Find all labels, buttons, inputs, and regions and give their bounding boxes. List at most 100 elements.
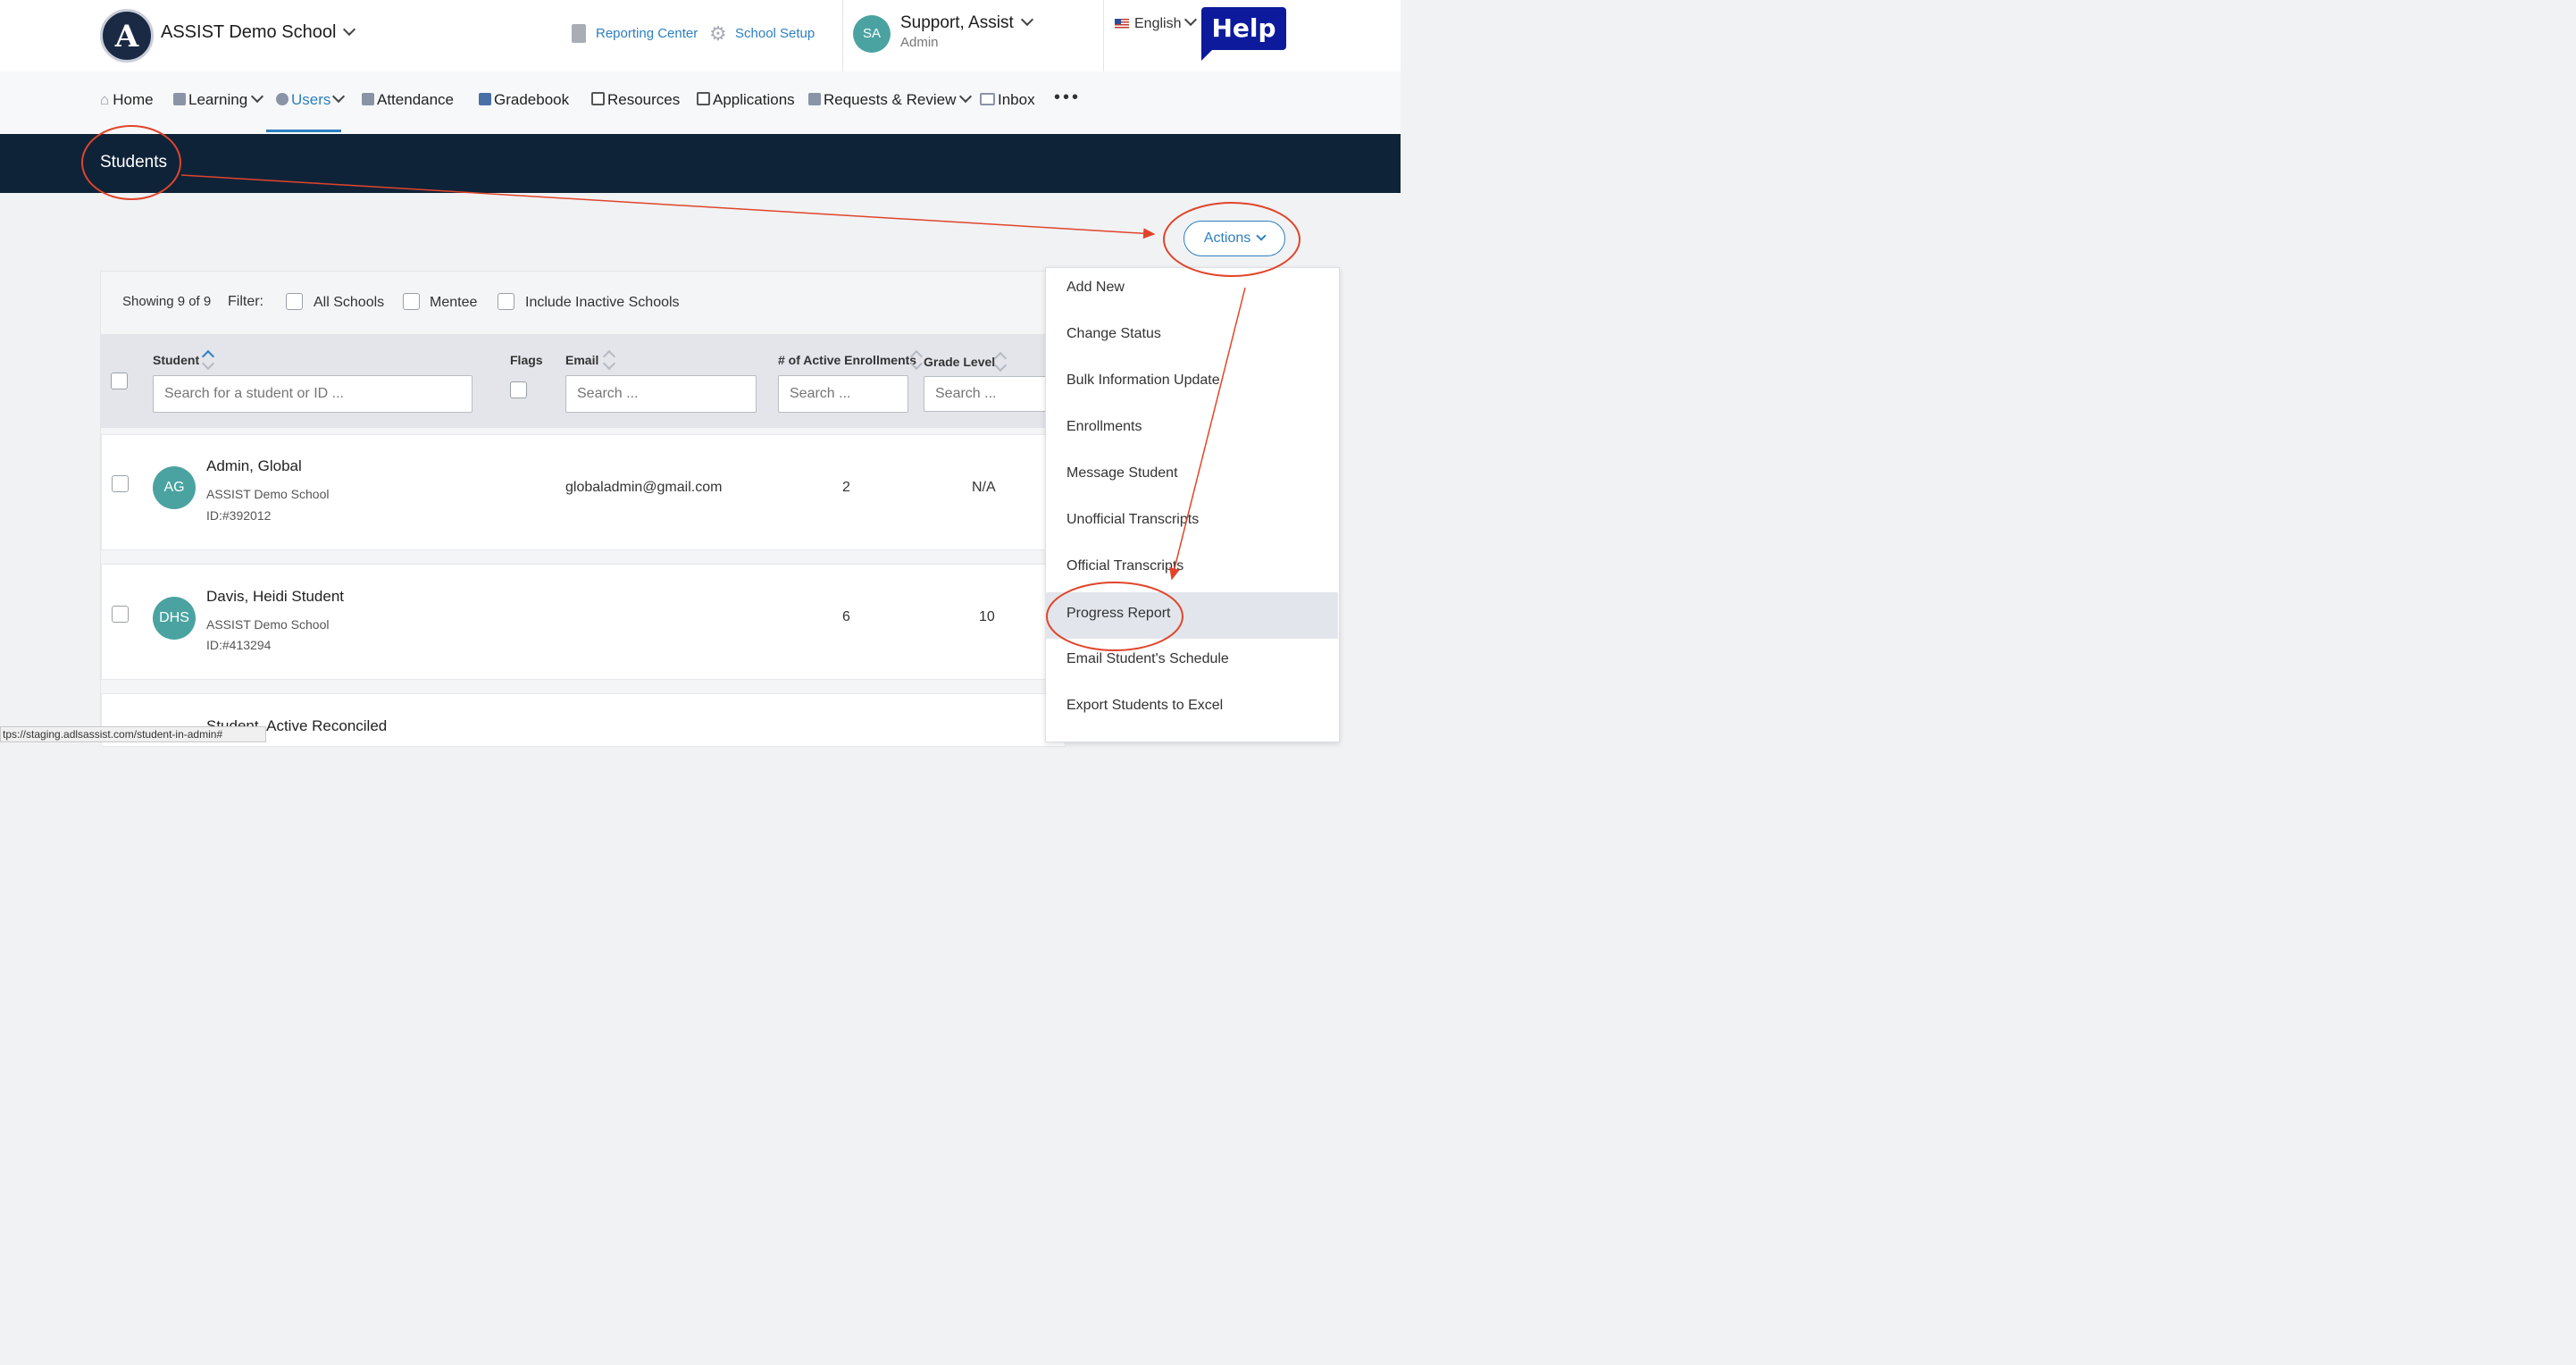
grade-search-input[interactable] bbox=[924, 376, 1049, 412]
language-label: English bbox=[1134, 16, 1182, 31]
row-checkbox[interactable] bbox=[112, 606, 129, 623]
all-schools-checkbox[interactable] bbox=[286, 293, 303, 310]
menu-item-label: Export Students to Excel bbox=[1066, 698, 1224, 713]
active-tab-indicator bbox=[266, 130, 341, 132]
grade-level: N/A bbox=[972, 480, 996, 495]
chevron-down-icon bbox=[1184, 13, 1198, 27]
flags-column-header: Flags bbox=[510, 353, 543, 367]
user-menu[interactable]: Support, Assist bbox=[900, 13, 1033, 33]
nav-gradebook-label: Gradebook bbox=[494, 91, 570, 108]
enrollments-search-input[interactable] bbox=[778, 375, 908, 413]
user-role: Admin bbox=[900, 35, 939, 50]
page-banner: Students bbox=[0, 134, 1401, 193]
top-header: A ASSIST Demo School Reporting Center ⚙ … bbox=[0, 0, 1401, 71]
nav-gradebook[interactable]: Gradebook bbox=[479, 91, 569, 109]
nav-users-label: Users bbox=[291, 91, 331, 108]
student-email: globaladmin@gmail.com bbox=[565, 480, 723, 495]
us-flag-icon bbox=[1115, 19, 1129, 29]
student-name[interactable]: Admin, Global bbox=[206, 457, 302, 475]
row-checkbox[interactable] bbox=[112, 475, 129, 492]
student-id: ID:#413294 bbox=[206, 638, 272, 652]
nav-home[interactable]: ⌂ Home bbox=[100, 91, 154, 109]
select-all-checkbox[interactable] bbox=[111, 373, 128, 389]
student-name[interactable]: Davis, Heidi Student bbox=[206, 588, 344, 606]
nav-attendance-label: Attendance bbox=[377, 91, 455, 108]
email-column-header[interactable]: Email bbox=[565, 353, 598, 367]
chevron-down-icon bbox=[959, 89, 973, 104]
grade-column-header[interactable]: Grade Level bbox=[924, 355, 995, 369]
user-avatar[interactable]: SA bbox=[853, 15, 891, 53]
sort-icon[interactable] bbox=[911, 348, 920, 370]
nav-requests-label: Requests & Review bbox=[824, 91, 957, 108]
menu-item-unofficial-transcripts[interactable]: Unofficial Transcripts bbox=[1045, 498, 1338, 545]
menu-item-export-students-to-excel[interactable]: Export Students to Excel bbox=[1045, 684, 1338, 731]
filter-label: Filter: bbox=[228, 294, 263, 309]
sort-icon[interactable] bbox=[995, 350, 1004, 372]
sort-icon[interactable] bbox=[604, 348, 613, 370]
menu-item-label: Unofficial Transcripts bbox=[1066, 512, 1200, 527]
chevron-down-icon bbox=[1020, 13, 1033, 27]
menu-item-add-new[interactable]: Add New bbox=[1045, 266, 1338, 313]
resources-icon bbox=[591, 92, 605, 105]
chevron-down-icon bbox=[1256, 230, 1267, 241]
nav-learning[interactable]: Learning bbox=[173, 89, 264, 109]
avatar: DHS bbox=[153, 597, 196, 640]
menu-item-change-status[interactable]: Change Status bbox=[1045, 313, 1338, 359]
nav-users[interactable]: Users bbox=[276, 89, 346, 109]
enrollment-count: 6 bbox=[842, 609, 850, 624]
menu-item-official-transcripts[interactable]: Official Transcripts bbox=[1045, 545, 1338, 591]
menu-item-enrollments[interactable]: Enrollments bbox=[1045, 406, 1338, 452]
user-name: Support, Assist bbox=[900, 13, 1014, 32]
inbox-icon bbox=[980, 93, 995, 105]
menu-item-label: Official Transcripts bbox=[1066, 558, 1184, 574]
student-id: ID:#392012 bbox=[206, 508, 272, 523]
logo-letter: A bbox=[114, 19, 139, 54]
home-icon: ⌂ bbox=[100, 91, 110, 108]
gradebook-icon bbox=[479, 93, 491, 105]
applications-icon bbox=[697, 92, 710, 105]
sort-icon[interactable] bbox=[203, 348, 212, 370]
menu-item-progress-report[interactable]: Progress Report bbox=[1045, 592, 1338, 639]
mentee-label: Mentee bbox=[430, 295, 478, 310]
attendance-icon bbox=[362, 93, 374, 105]
menu-item-email-students-schedule[interactable]: Email Student's Schedule bbox=[1045, 638, 1338, 684]
nav-resources[interactable]: Resources bbox=[591, 91, 680, 109]
flags-filter-checkbox[interactable] bbox=[510, 381, 527, 398]
user-icon bbox=[276, 93, 289, 105]
student-column-header[interactable]: Student bbox=[153, 353, 199, 367]
nav-applications-label: Applications bbox=[713, 91, 795, 108]
gear-icon: ⚙ bbox=[709, 22, 727, 45]
school-name: ASSIST Demo School bbox=[161, 22, 337, 42]
nav-attendance[interactable]: Attendance bbox=[362, 91, 454, 109]
nav-requests-review[interactable]: Requests & Review bbox=[808, 89, 973, 109]
more-menu-icon[interactable]: ••• bbox=[1054, 88, 1081, 108]
avatar: AG bbox=[153, 466, 196, 509]
student-school: ASSIST Demo School bbox=[206, 617, 330, 632]
menu-item-bulk-information-update[interactable]: Bulk Information Update bbox=[1045, 359, 1338, 406]
menu-item-message-student[interactable]: Message Student bbox=[1045, 452, 1338, 498]
learning-icon bbox=[173, 93, 186, 105]
school-selector[interactable]: ASSIST Demo School bbox=[161, 22, 356, 43]
help-button[interactable]: Help bbox=[1201, 7, 1286, 50]
reporting-center-link[interactable]: Reporting Center bbox=[596, 26, 698, 41]
mentee-checkbox[interactable] bbox=[403, 293, 420, 310]
actions-button[interactable]: Actions bbox=[1183, 221, 1285, 256]
nav-applications[interactable]: Applications bbox=[697, 91, 795, 109]
language-selector[interactable]: English bbox=[1134, 13, 1198, 32]
include-inactive-checkbox[interactable] bbox=[498, 293, 514, 310]
school-setup-link[interactable]: School Setup bbox=[735, 26, 815, 41]
enrollments-column-header[interactable]: # of Active Enrollments bbox=[778, 353, 916, 367]
school-logo[interactable]: A bbox=[100, 9, 154, 63]
divider bbox=[842, 0, 843, 71]
email-search-input[interactable] bbox=[565, 375, 757, 413]
main-nav: ⌂ Home Learning Users Attendance Gradeboo… bbox=[0, 71, 1401, 134]
menu-item-label: Change Status bbox=[1066, 326, 1161, 341]
help-bubble-tail bbox=[1201, 46, 1216, 61]
student-search-input[interactable] bbox=[153, 375, 473, 413]
nav-home-label: Home bbox=[113, 91, 154, 108]
nav-resources-label: Resources bbox=[607, 91, 681, 108]
nav-inbox[interactable]: Inbox bbox=[980, 91, 1035, 109]
divider bbox=[1103, 0, 1104, 71]
chevron-down-icon bbox=[251, 89, 264, 104]
menu-item-label: Email Student's Schedule bbox=[1066, 651, 1229, 666]
